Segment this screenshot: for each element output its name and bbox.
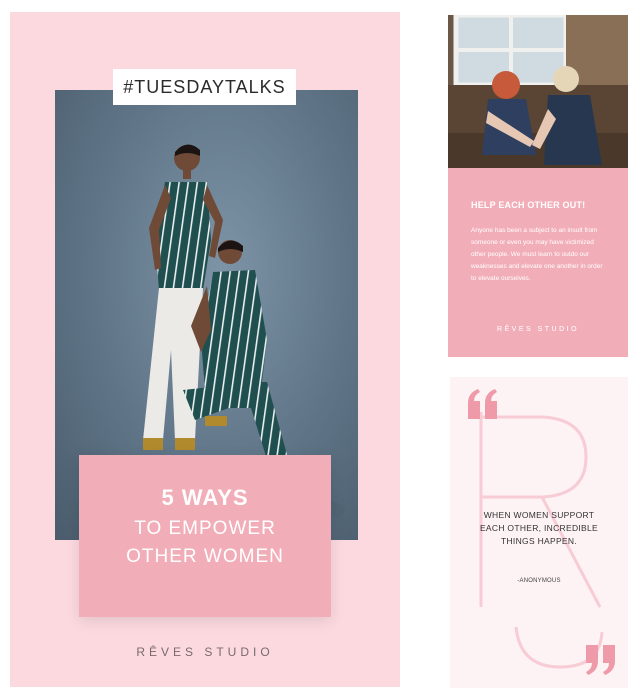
headline-line-1: 5 WAYS bbox=[161, 485, 249, 510]
headline-box: 5 WAYS TO EMPOWER OTHER WOMEN bbox=[79, 455, 331, 617]
hashtag-text: #TUESDAYTALKS bbox=[123, 76, 286, 97]
headline-line-3: OTHER WOMEN bbox=[126, 546, 284, 567]
story-card-empower[interactable]: #TUESDAYTALKS 5 WAYS TO EMPOWER OTHER WO… bbox=[10, 12, 400, 687]
brand-name-small: RÊVES STUDIO bbox=[496, 326, 580, 333]
hashtag-label-box: #TUESDAYTALKS bbox=[113, 69, 296, 105]
quote-attribution: -ANONYMOUS bbox=[517, 578, 561, 584]
story-card-quote[interactable]: WHEN WOMEN SUPPORT EACH OTHER, INCREDIBL… bbox=[450, 377, 628, 688]
close-quote-icon bbox=[586, 645, 615, 675]
story-card-help[interactable]: HELP EACH OTHER OUT! Anyone has been a s… bbox=[448, 15, 628, 357]
headline-line-2: TO EMPOWER bbox=[134, 518, 276, 539]
section-body-text: Anyone has been a subject to an insult f… bbox=[471, 227, 603, 282]
brand-name: RÊVES STUDIO bbox=[136, 645, 274, 659]
section-heading: HELP EACH OTHER OUT! bbox=[471, 200, 586, 210]
consoling-illustration bbox=[448, 15, 628, 168]
women-consoling-photo bbox=[448, 15, 628, 168]
quote-text: WHEN WOMEN SUPPORT EACH OTHER, INCREDIBL… bbox=[479, 510, 599, 546]
